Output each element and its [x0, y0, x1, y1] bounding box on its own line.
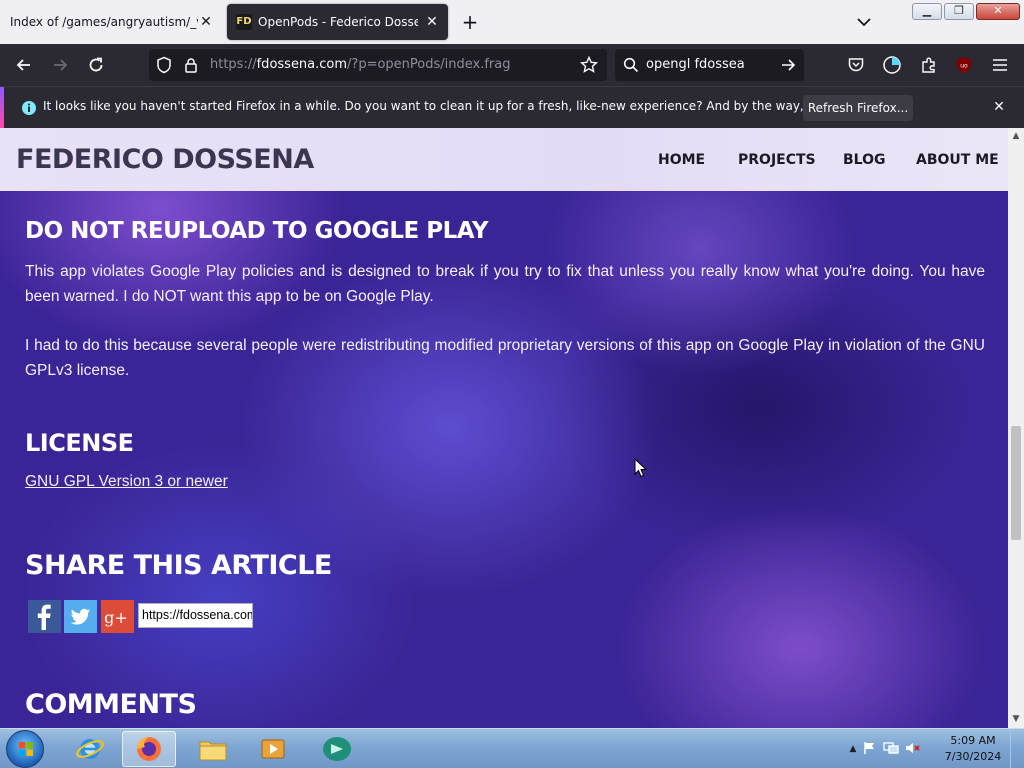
tab-index-games[interactable]: Index of /games/angryautism/_vani ✕	[0, 4, 222, 40]
nav-blog[interactable]: BLOG	[843, 152, 886, 168]
notification-accent-bar	[0, 87, 4, 128]
tab-openpods[interactable]: FD OpenPods - Federico Dossena ✕	[227, 4, 448, 40]
url-text: https://fdossena.com/?p=openPods/index.f…	[210, 57, 511, 72]
media-player-icon[interactable]	[246, 731, 300, 767]
ublock-origin-icon[interactable]: uo	[952, 53, 976, 77]
clock-time: 5:09 AM	[950, 734, 996, 747]
back-arrow-icon[interactable]	[12, 53, 36, 77]
lock-icon[interactable]	[179, 53, 203, 77]
mouse-cursor-icon	[634, 457, 648, 482]
nav-about-me[interactable]: ABOUT ME	[916, 152, 999, 168]
firefox-account-icon[interactable]	[880, 53, 904, 77]
warning-paragraph-2: I had to do this because several people …	[25, 337, 985, 379]
search-go-arrow-icon[interactable]	[776, 53, 800, 77]
extensions-puzzle-icon[interactable]	[917, 53, 941, 77]
page-viewport: FEDERICO DOSSENA HOME PROJECTS BLOG ABOU…	[0, 128, 1008, 728]
close-tab-icon[interactable]: ✕	[198, 14, 214, 30]
info-icon	[17, 96, 41, 120]
show-desktop-button[interactable]	[1010, 729, 1024, 768]
windows-taskbar: ▲ 5:09 AM 7/30/2024	[0, 728, 1024, 768]
chevron-down-icon[interactable]	[853, 12, 875, 32]
address-bar[interactable]: https://fdossena.com/?p=openPods/index.f…	[149, 49, 607, 81]
hamburger-menu-icon[interactable]	[988, 53, 1012, 77]
share-url-field[interactable]: https://fdossena.com/?p=openPods/index.f…	[138, 603, 253, 628]
license-link[interactable]: GNU GPL Version 3 or newer	[25, 473, 228, 491]
new-tab-plus-icon[interactable]: +	[458, 10, 482, 34]
search-input[interactable]: opengl fdossea	[646, 57, 745, 72]
window-controls: ▁ ❐ ✕	[912, 3, 1020, 20]
search-icon	[619, 53, 643, 77]
network-icon[interactable]	[880, 740, 902, 759]
reload-icon[interactable]	[84, 53, 108, 77]
firefox-taskbar-icon[interactable]	[122, 731, 176, 767]
file-explorer-icon[interactable]	[186, 731, 240, 767]
show-hidden-icons-icon[interactable]: ▲	[846, 744, 860, 754]
bookmark-star-icon[interactable]	[577, 53, 601, 77]
facebook-share-icon[interactable]	[28, 600, 61, 633]
tab-title: OpenPods - Federico Dossena	[258, 15, 418, 29]
tracking-shield-icon[interactable]	[152, 53, 176, 77]
teal-app-icon[interactable]	[310, 731, 364, 767]
nav-home[interactable]: HOME	[658, 152, 705, 168]
license-heading: LICENSE	[25, 429, 134, 457]
scroll-down-arrow-icon[interactable]: ▼	[1011, 714, 1021, 724]
google-plus-share-icon[interactable]: g+	[101, 600, 134, 633]
scrollbar-thumb[interactable]	[1011, 426, 1021, 540]
taskbar-clock[interactable]: 5:09 AM 7/30/2024	[944, 733, 1002, 765]
close-tab-icon[interactable]: ✕	[424, 14, 440, 30]
comments-heading: COMMENTS	[25, 689, 197, 720]
system-tray: ▲	[846, 729, 924, 768]
site-title[interactable]: FEDERICO DOSSENA	[16, 144, 314, 175]
tab-title: Index of /games/angryautism/_vani	[10, 15, 198, 29]
navigation-toolbar: https://fdossena.com/?p=openPods/index.f…	[0, 44, 1024, 86]
refresh-firefox-notification: It looks like you haven't started Firefo…	[0, 86, 1024, 128]
action-center-flag-icon[interactable]	[860, 740, 880, 759]
page-scrollbar[interactable]: ▲ ▼	[1008, 128, 1024, 728]
search-bar[interactable]: opengl fdossea	[615, 49, 804, 81]
windows-start-button[interactable]	[6, 730, 44, 768]
restore-button[interactable]: ❐	[944, 3, 974, 20]
minimize-button[interactable]: ▁	[912, 3, 942, 20]
share-heading: SHARE THIS ARTICLE	[25, 550, 332, 581]
nav-projects[interactable]: PROJECTS	[738, 152, 816, 168]
tab-bar: Index of /games/angryautism/_vani ✕ FD O…	[0, 0, 1024, 44]
site-favicon-icon: FD	[236, 14, 252, 30]
svg-text:g+: g+	[104, 608, 128, 627]
forward-arrow-icon[interactable]	[48, 53, 72, 77]
notification-text: It looks like you haven't started Firefo…	[43, 99, 899, 113]
close-window-button[interactable]: ✕	[976, 3, 1020, 20]
scroll-up-arrow-icon[interactable]: ▲	[1011, 131, 1021, 141]
refresh-firefox-button[interactable]: Refresh Firefox...	[803, 95, 913, 121]
svg-text:uo: uo	[960, 63, 968, 70]
warning-paragraph-1: This app violates Google Play policies a…	[25, 263, 985, 305]
volume-muted-icon[interactable]	[902, 740, 924, 759]
pocket-icon[interactable]	[844, 53, 868, 77]
internet-explorer-icon[interactable]	[63, 731, 117, 767]
site-header: FEDERICO DOSSENA HOME PROJECTS BLOG ABOU…	[0, 128, 1008, 191]
warning-heading: DO NOT REUPLOAD TO GOOGLE PLAY	[25, 218, 489, 244]
close-notification-icon[interactable]: ✕	[990, 98, 1008, 116]
twitter-share-icon[interactable]	[64, 600, 97, 633]
clock-date: 7/30/2024	[944, 750, 1002, 763]
